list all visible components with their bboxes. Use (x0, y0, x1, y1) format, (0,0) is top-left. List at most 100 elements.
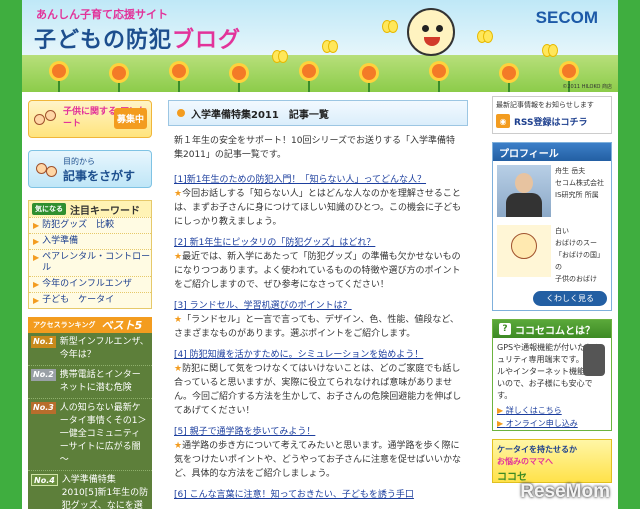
flower-icon (112, 66, 126, 80)
article-link[interactable]: [6] こんな言葉に注意！知っておきたい、子どもを誘う手口 (174, 489, 464, 502)
mascot-illustration (407, 8, 455, 56)
rss-subscribe-button[interactable]: ◉ RSS登録はコチラ (496, 114, 608, 128)
ranking-label: アクセスランキング (33, 321, 96, 329)
arrow-icon: ▶ (33, 280, 40, 289)
access-ranking: アクセスランキング ベスト5 No.1 新型インフルエンザ、今年は？ No.2 携帯… (28, 317, 152, 509)
article-header: 入学準備特集2011 記事一覧 (168, 100, 468, 126)
left-sidebar: 子供に関する アンケート 募集中 目的から 記事をさがす 気になる 注目キーワー… (28, 100, 154, 509)
keyword-list: ▶ 防犯グッズ 比較 ▶ 入学準備 ▶ ペアレンタル・コントロール ▶ 今年のインフルエ… (29, 217, 151, 308)
character-info: 白い おばけのスー 「おばけの国」の 子供のおばけ (551, 225, 607, 285)
flower-icon (302, 64, 316, 78)
keyword-item[interactable]: ▶ 今年のインフルエンザ (29, 276, 151, 292)
ranking-item[interactable]: No.4 入学準備特集2010[5]新1年生の防犯グッズ、なにを選ぶ？ (28, 471, 152, 509)
keitai-ad-banner[interactable]: ケータイを持たせるか お悩みのママへ ココセ (492, 439, 612, 483)
flower-icon (52, 64, 66, 78)
article-search-banner[interactable]: 目的から 記事をさがす (28, 150, 152, 188)
phone-device-icon (583, 344, 605, 376)
children-icon (34, 108, 58, 132)
flower-icon (502, 66, 516, 80)
article-summary-text: 「ランドセル」と一言で言っても、デザイン、色、性能、値段など、さまざまなものがあ… (174, 315, 459, 339)
ranking-item[interactable]: No.1 新型インフルエンザ、今年は？ (28, 333, 152, 366)
article-summary-text: 今回お話しする「知らない人」とはどんな人なのかを理解させることは、まずお子さんに… (174, 189, 462, 227)
author-suit (506, 193, 542, 217)
keyword-link[interactable]: 防犯グッズ 比較 (42, 220, 114, 231)
cocosecom-title: ココセコムとは？ (515, 325, 595, 337)
character-line: 子供のおばけ (555, 275, 597, 283)
arrow-icon: ▶ (33, 296, 40, 305)
keyword-link[interactable]: 入学準備 (42, 236, 78, 247)
author-info: 舟生 岳夫 セコム株式会社 IS研究所 所属 (551, 165, 604, 217)
rss-box: 最新記事情報をお知らせします ◉ RSS登録はコチラ (492, 96, 612, 134)
flower-icon (232, 66, 246, 80)
profile-more-button[interactable]: くわしく見る (533, 291, 607, 306)
star-icon: ★ (174, 315, 183, 325)
article-summary: ★今回お話しする「知らない人」とはどんな人なのかを理解させることは、まずお子さん… (174, 187, 464, 229)
arrow-icon: ▶ (497, 406, 506, 415)
survey-banner-badge: 募集中 (113, 108, 147, 129)
blog-title[interactable]: 子どもの防犯ブログ (34, 22, 241, 54)
blog-page: あんしん子育て応援サイト 子どもの防犯ブログ SECOM ©2011 HILOK… (22, 0, 618, 509)
ranking-link[interactable]: 新型インフルエンザ、今年は？ (60, 336, 149, 362)
character-line: おばけのスー (555, 239, 597, 247)
resemom-watermark: ReseMom (520, 481, 610, 502)
keyword-box-title: 注目キーワード (70, 205, 140, 217)
article-section: [5] 親子で通学路を歩いてみよう！ ★通学路の歩き方について考えてみたいと思い… (174, 426, 464, 481)
right-sidebar: 最新記事情報をお知らせします ◉ RSS登録はコチラ プロフィール 舟生 岳夫 … (492, 96, 612, 483)
arrow-icon: ▶ (33, 253, 40, 262)
ranking-header: アクセスランキング ベスト5 (28, 317, 152, 333)
article-summary: ★「ランドセル」と一言で言っても、デザイン、色、性能、値段など、さまざまなものが… (174, 313, 464, 341)
article-link[interactable]: [1]新1年生のための防犯入門！「知らない人」ってどんな人？ (174, 174, 464, 187)
author-name: 舟生 岳夫 (555, 167, 586, 175)
keyword-item[interactable]: ▶ 入学準備 (29, 233, 151, 249)
cocosecom-description: GPSや通報機能が付いたセキュリティ専用端末です。メールやインターネット機能がな… (493, 338, 611, 404)
butterfly-icon (542, 44, 558, 57)
rank-number: No.1 (31, 336, 56, 348)
article-intro: 新１年生の安全をサポート！10回シリーズでお送りする「入学準備特集2011」の記… (174, 136, 456, 160)
blog-title-main: 子どもの防犯 (34, 28, 173, 53)
profile-character: 白い おばけのスー 「おばけの国」の 子供のおばけ (493, 221, 611, 289)
blog-header-banner[interactable]: あんしん子育て応援サイト 子どもの防犯ブログ SECOM ©2011 HILOK… (22, 0, 618, 92)
ranking-item[interactable]: No.3 人の知らない最新ケータイ事情くその1＞一健全コミュニティーサイトに広がる… (28, 399, 152, 471)
arrow-icon: ▶ (33, 221, 40, 230)
keyword-link[interactable]: ペアレンタル・コントロール (42, 252, 151, 274)
article-link[interactable]: [3] ランドセル、学習机選びのポイントは？ (174, 300, 464, 313)
keitai-ad-line1: ケータイを持たせるか (497, 445, 577, 454)
secom-logo[interactable]: SECOM (536, 8, 598, 28)
blog-title-suffix: ブログ (172, 28, 242, 53)
ranking-best: ベスト5 (101, 319, 143, 332)
article-link[interactable]: [2] 新1年生にピッタリの「防犯グッズ」はどれ？ (174, 237, 464, 250)
keyword-link[interactable]: 子ども ケータイ (42, 295, 114, 306)
cocosecom-apply-link[interactable]: ▶ オンライン申し込み (493, 417, 611, 430)
article-section: [6] こんな言葉に注意！知っておきたい、子どもを誘う手口 (174, 489, 464, 502)
ranking-link[interactable]: 入学準備特集2010[5]新1年生の防犯グッズ、なにを選ぶ？ (62, 474, 149, 509)
keyword-link[interactable]: 今年のインフルエンザ (42, 279, 132, 290)
child-face (34, 114, 45, 125)
star-icon: ★ (174, 189, 183, 199)
author-company: セコム株式会社 (555, 179, 604, 187)
article-summary-text: 最近では、新入学にあたって「防犯グッズ」の準備も欠かせないものになりつつあります… (174, 252, 461, 290)
survey-banner[interactable]: 子供に関する アンケート 募集中 (28, 100, 152, 138)
flower-icon (562, 64, 576, 78)
author-photo (497, 165, 551, 217)
author-face (515, 173, 533, 193)
article-link[interactable]: [4] 防犯知識を活かすために。シミュレーションを始めよう！ (174, 349, 464, 362)
keyword-item[interactable]: ▶ ペアレンタル・コントロール (29, 249, 151, 276)
keyword-item[interactable]: ▶ 子ども ケータイ (29, 292, 151, 308)
star-icon: ★ (174, 252, 183, 262)
cocosecom-apply-label: オンライン申し込み (505, 419, 578, 428)
keyword-item[interactable]: ▶ 防犯グッズ 比較 (29, 217, 151, 233)
child-face (45, 110, 56, 121)
flower-icon (362, 66, 376, 80)
flower-icon (172, 64, 186, 78)
ranking-item[interactable]: No.2 携帯電話とインターネットに潜む危険 (28, 366, 152, 399)
character-line: 「おばけの国」の (555, 251, 604, 271)
rss-note: 最新記事情報をお知らせします (496, 101, 594, 109)
keyword-box-header: 気になる 注目キーワード (29, 201, 151, 217)
rank-number: No.2 (31, 369, 56, 381)
ranking-link[interactable]: 人の知らない最新ケータイ事情くその1＞一健全コミュニティーサイトに広がる闇～ (60, 402, 149, 467)
star-icon: ★ (174, 364, 183, 374)
ranking-link[interactable]: 携帯電話とインターネットに潜む危険 (60, 369, 149, 395)
cocosecom-details-link[interactable]: ▶ 詳しくはこちら (493, 404, 611, 417)
mascot-mouth (424, 37, 440, 46)
article-link[interactable]: [5] 親子で通学路を歩いてみよう！ (174, 426, 464, 439)
